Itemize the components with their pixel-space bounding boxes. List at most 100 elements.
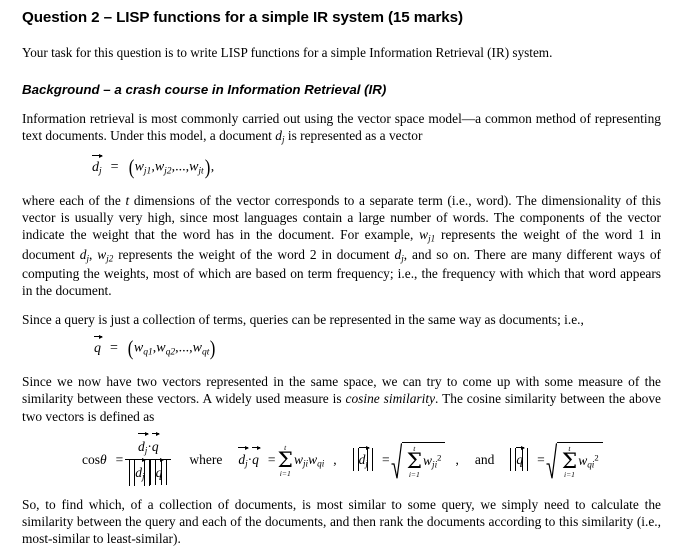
eq3-cos: cos bbox=[82, 451, 100, 467]
eq3-den-d-sub: j bbox=[142, 471, 145, 482]
sigma-icon: Σ bbox=[561, 448, 578, 474]
eq3-den-vector-q: q bbox=[155, 457, 164, 482]
paragraph-vector-space-model: Information retrieval is most commonly c… bbox=[22, 110, 661, 146]
eq3-norm-d-vector: dj bbox=[358, 445, 370, 469]
eq3-norm-q-symbol: q bbox=[516, 451, 524, 467]
radical-icon bbox=[546, 442, 557, 479]
eq3-dotdef-vector-q: q bbox=[252, 445, 261, 468]
eq3-num-d-sub: j bbox=[144, 445, 148, 456]
eq3-normq-w-sup: 2 bbox=[594, 452, 599, 463]
vector-q-symbol: q bbox=[94, 334, 103, 357]
eq3-den-vector-d: dj bbox=[135, 457, 147, 483]
eq3-sqrt-q-radicand: t Σi=1 wqi2 bbox=[556, 441, 603, 479]
equation-cosine-formula: cosθ = dj· q dj q where dj· q = t Σi=1 wjiwqi, dj = t Σi… bbox=[22, 431, 661, 486]
eq3-num-vector-q: q bbox=[151, 431, 160, 456]
eq3-sum-wji: w bbox=[293, 451, 303, 467]
eq3-num-vector-d: dj bbox=[138, 431, 150, 457]
eq3-num-q: q bbox=[151, 439, 159, 455]
eq3-num-d: d bbox=[138, 439, 145, 455]
eq1-w2-sub: j2 bbox=[164, 166, 172, 177]
eq1-ellipsis: ,..., bbox=[171, 159, 190, 175]
page-title: Question 2 – LISP functions for a simple… bbox=[22, 9, 463, 26]
paragraph-dimensions: where each of the t dimensions of the ve… bbox=[22, 192, 661, 299]
vector-d-symbol: dj bbox=[92, 153, 105, 177]
eq2-ellipsis: ,..., bbox=[175, 340, 193, 356]
eq1-d: d bbox=[92, 159, 99, 175]
eq3-norm-d-lhs: dj bbox=[352, 445, 374, 471]
eq1-open-paren: ( bbox=[128, 155, 134, 180]
eq1-d-sub: j bbox=[99, 166, 102, 177]
eq3-sqrt-d-radicand: t Σi=1 wji2 bbox=[401, 441, 446, 479]
eq2-wt: w bbox=[192, 340, 202, 356]
eq3-norm-d-subscript: j bbox=[365, 458, 368, 469]
eq3-norm-q-equals: = bbox=[537, 451, 545, 467]
eq3-norm-d-equals: = bbox=[381, 451, 390, 467]
eq3-normq-lower-limit: i=1 bbox=[563, 470, 575, 480]
eq2-w2-sub: q2 bbox=[165, 347, 176, 358]
eq3-den-d: d bbox=[135, 464, 143, 480]
par1-symbol-d: d bbox=[275, 127, 282, 143]
eq3-normd-lower-limit: i=1 bbox=[408, 470, 420, 480]
eq3-summation-dot: t Σi=1 bbox=[278, 444, 293, 477]
paragraph-cosine-similarity: Since we now have two vectors represente… bbox=[22, 373, 661, 424]
eq2-w2: w bbox=[156, 340, 166, 356]
eq3-summation-normd: t Σi=1 bbox=[407, 445, 422, 478]
radical-icon bbox=[391, 442, 402, 479]
eq3-sum-wqi-sub: qi bbox=[317, 458, 325, 469]
eq3-norm-q-vector: q bbox=[516, 445, 525, 468]
eq3-normd-w: w bbox=[423, 452, 433, 468]
eq3-norm-q-lhs: q bbox=[510, 445, 528, 471]
eq1-w2: w bbox=[154, 159, 165, 175]
eq2-wt-sub: qt bbox=[201, 347, 210, 358]
document-page: Question 2 – LISP functions for a simple… bbox=[0, 0, 685, 546]
eq3-sqrt-d: t Σi=1 wji2 bbox=[391, 441, 446, 479]
paragraph-query-representation: Since a query is just a collection of te… bbox=[22, 312, 584, 328]
eq3-sqrt-q: t Σi=1 wqi2 bbox=[546, 441, 603, 479]
sigma-icon: Σ bbox=[406, 448, 423, 474]
eq3-normd-w-sup: 2 bbox=[437, 452, 442, 463]
sigma-icon: Σ bbox=[277, 447, 293, 473]
eq3-dotdef-equals: = bbox=[267, 451, 276, 467]
eq2-q: q bbox=[94, 340, 101, 356]
eq3-dotdef-d-sub: j bbox=[245, 458, 248, 469]
eq3-theta: θ bbox=[100, 451, 107, 467]
eq1-trailing-comma: , bbox=[210, 159, 215, 175]
eq3-sum-lower-limit: i=1 bbox=[279, 469, 291, 479]
eq2-equals: = bbox=[110, 340, 118, 356]
document-body: Question 2 – LISP functions for a simple… bbox=[22, 0, 661, 547]
par4-term-cosine-similarity: cosine similarity bbox=[345, 391, 436, 407]
par2-symbol-w-j2: w bbox=[97, 246, 107, 262]
eq3-den-norm-d: dj bbox=[129, 457, 150, 486]
eq3-and-label: and bbox=[474, 451, 495, 467]
eq3-denominator: dj q bbox=[125, 457, 171, 486]
par2-text-a: where each of the bbox=[22, 193, 126, 209]
eq1-equals: = bbox=[110, 159, 119, 175]
section-heading: Background – a crash course in Informati… bbox=[22, 81, 387, 97]
paragraph-ranking: So, to find which, of a collection of do… bbox=[22, 496, 661, 546]
equation-query-vector: q = (wq1,wq2,...,wqt) bbox=[22, 334, 661, 361]
eq2-close-paren: ) bbox=[210, 336, 216, 361]
eq3-dotdef-q: q bbox=[252, 451, 259, 467]
eq3-dotdef-vector-d: dj bbox=[238, 445, 250, 469]
eq3-comma-2: , bbox=[455, 451, 459, 467]
eq1-wt: w bbox=[189, 159, 199, 175]
equation-document-vector: dj = (wj1,wj2,...,wjt), bbox=[22, 153, 661, 180]
eq2-w1-sub: q1 bbox=[143, 347, 153, 358]
eq2-open-paren: ( bbox=[127, 336, 134, 361]
eq3-fraction: dj· q dj q bbox=[125, 431, 172, 486]
eq3-equals: = bbox=[115, 451, 124, 467]
par1-text-b: is represented as a vector bbox=[284, 127, 423, 143]
par2-text-d: , bbox=[88, 246, 98, 262]
eq3-numerator: dj· q bbox=[125, 431, 172, 460]
eq1-close-paren: ) bbox=[204, 155, 211, 180]
eq3-sum-wqi: w bbox=[308, 451, 318, 467]
eq2-w1: w bbox=[133, 340, 144, 356]
eq3-comma-1: , bbox=[333, 451, 337, 467]
par2-symbol-w-j1: w bbox=[419, 227, 429, 243]
eq1-wt-sub: jt bbox=[198, 166, 204, 177]
intro-paragraph: Your task for this question is to write … bbox=[22, 45, 553, 61]
eq3-normq-w: w bbox=[578, 452, 588, 468]
eq3-den-norm-q: q bbox=[149, 457, 168, 486]
eq3-summation-normq: t Σi=1 bbox=[562, 445, 577, 478]
eq3-where-label: where bbox=[189, 451, 223, 467]
